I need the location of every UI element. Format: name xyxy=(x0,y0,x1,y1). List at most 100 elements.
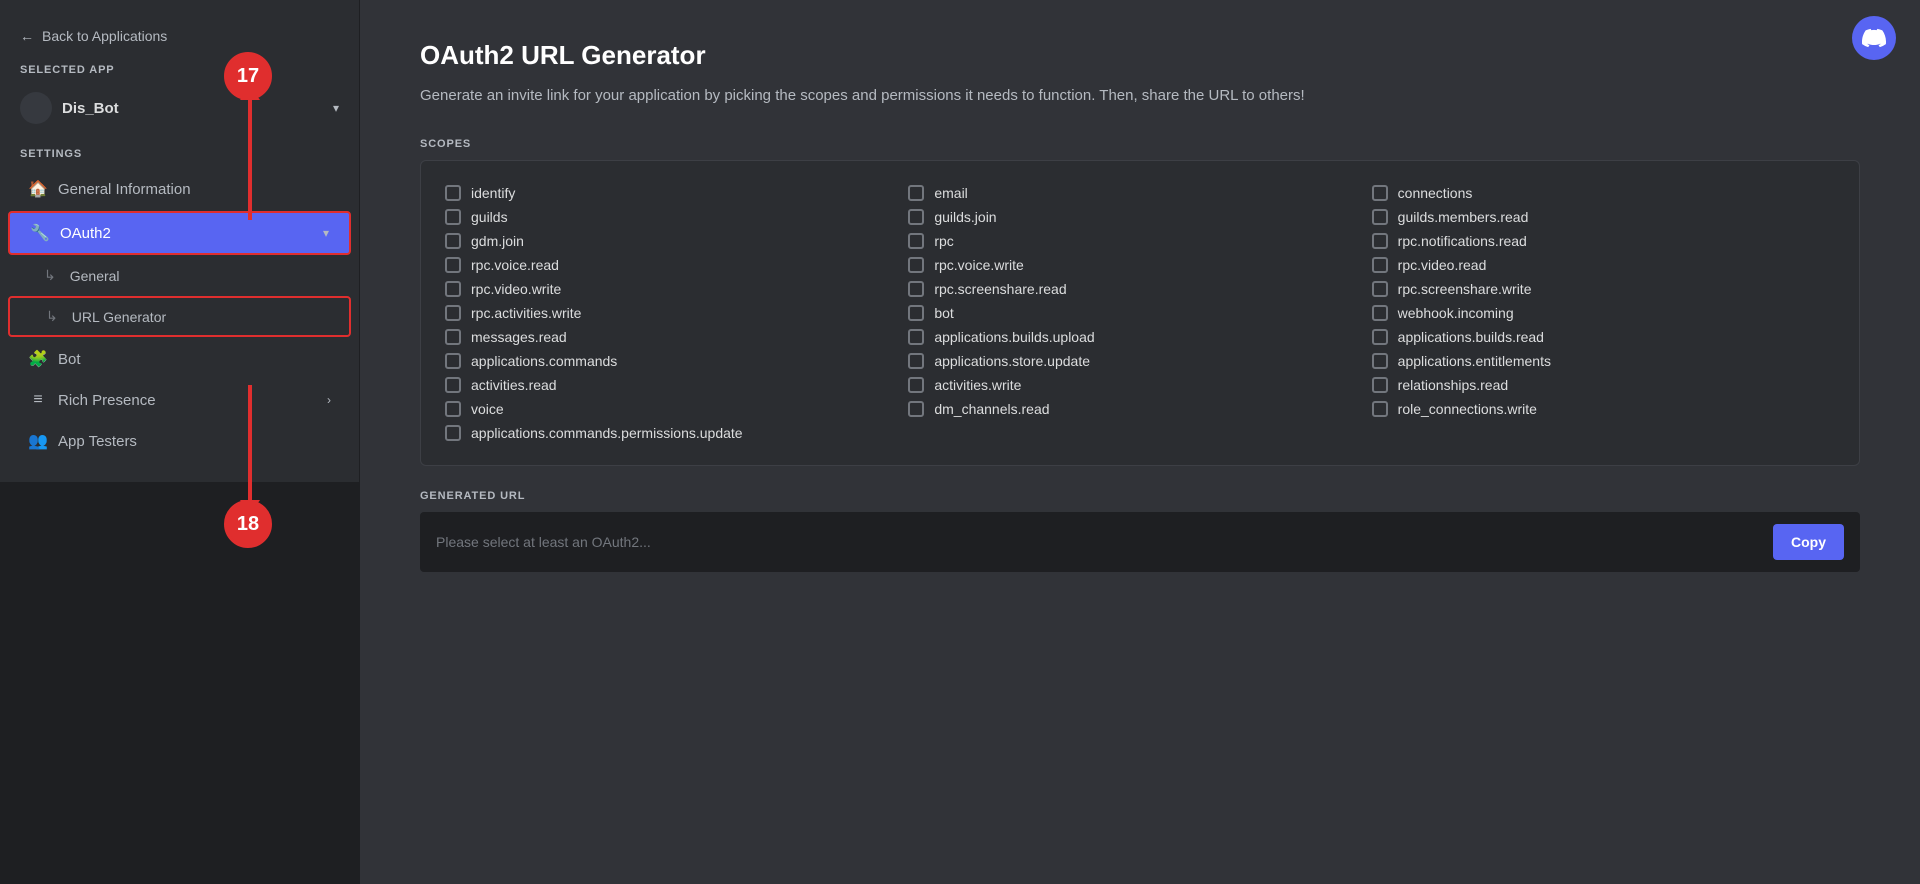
app-name: Dis_Bot xyxy=(62,100,119,117)
scope-item-rpc-activities-write[interactable]: rpc.activities.write xyxy=(445,301,908,325)
scope-label: bot xyxy=(934,305,953,321)
scope-item-activities-read[interactable]: activities.read xyxy=(445,373,908,397)
scope-checkbox-applications-store-update[interactable] xyxy=(908,353,924,369)
sidebar-item-oauth2-general[interactable]: ↳ General xyxy=(8,257,351,294)
scope-item-applications-builds-read[interactable]: applications.builds.read xyxy=(1372,325,1835,349)
scope-item-rpc-screenshare-read[interactable]: rpc.screenshare.read xyxy=(908,277,1371,301)
scope-item-rpc-voice-write[interactable]: rpc.voice.write xyxy=(908,253,1371,277)
scope-checkbox-voice[interactable] xyxy=(445,401,461,417)
scope-checkbox-rpc-screenshare-read[interactable] xyxy=(908,281,924,297)
back-to-applications-link[interactable]: ← Back to Applications xyxy=(0,20,359,52)
scope-item-webhook-incoming[interactable]: webhook.incoming xyxy=(1372,301,1835,325)
chevron-down-icon: ▾ xyxy=(333,101,339,115)
scope-label: identify xyxy=(471,185,515,201)
scope-checkbox-rpc[interactable] xyxy=(908,233,924,249)
sidebar-item-oauth2[interactable]: 🔧 OAuth2 ▾ xyxy=(8,211,351,255)
scope-checkbox-applications-builds-read[interactable] xyxy=(1372,329,1388,345)
scope-checkbox-activities-read[interactable] xyxy=(445,377,461,393)
scope-item-role-connections-write[interactable]: role_connections.write xyxy=(1372,397,1835,421)
scope-checkbox-rpc-activities-write[interactable] xyxy=(445,305,461,321)
chevron-down-icon: ▾ xyxy=(323,226,329,240)
scope-label: rpc.voice.read xyxy=(471,257,559,273)
scope-item-activities-write[interactable]: activities.write xyxy=(908,373,1371,397)
scope-item-applications-commands[interactable]: applications.commands xyxy=(445,349,908,373)
scope-checkbox-guilds[interactable] xyxy=(445,209,461,225)
scope-item-guilds-join[interactable]: guilds.join xyxy=(908,205,1371,229)
scope-item-applications-builds-upload[interactable]: applications.builds.upload xyxy=(908,325,1371,349)
scope-checkbox-rpc-notifications-read[interactable] xyxy=(1372,233,1388,249)
scope-label: activities.read xyxy=(471,377,557,393)
scope-label: applications.store.update xyxy=(934,353,1090,369)
scope-label: rpc.screenshare.read xyxy=(934,281,1066,297)
scope-checkbox-email[interactable] xyxy=(908,185,924,201)
scope-checkbox-applications-commands-permissions-update[interactable] xyxy=(445,425,461,441)
scope-checkbox-rpc-screenshare-write[interactable] xyxy=(1372,281,1388,297)
scope-item-email[interactable]: email xyxy=(908,181,1371,205)
scope-checkbox-bot[interactable] xyxy=(908,305,924,321)
scope-checkbox-identify[interactable] xyxy=(445,185,461,201)
scope-checkbox-rpc-voice-write[interactable] xyxy=(908,257,924,273)
rich-presence-icon: ≡ xyxy=(28,391,48,409)
scope-item-applications-store-update[interactable]: applications.store.update xyxy=(908,349,1371,373)
copy-url-button[interactable]: Copy xyxy=(1773,524,1844,560)
scope-item-applications-entitlements[interactable]: applications.entitlements xyxy=(1372,349,1835,373)
scope-item-rpc-notifications-read[interactable]: rpc.notifications.read xyxy=(1372,229,1835,253)
sidebar-item-label: OAuth2 xyxy=(60,225,111,242)
scope-item-rpc[interactable]: rpc xyxy=(908,229,1371,253)
scope-item-relationships-read[interactable]: relationships.read xyxy=(1372,373,1835,397)
sidebar-item-bot[interactable]: 🧩 Bot xyxy=(8,339,351,379)
sidebar-item-url-generator[interactable]: ↳ URL Generator xyxy=(8,296,351,337)
scope-item-voice[interactable]: voice xyxy=(445,397,908,421)
scope-label: applications.builds.upload xyxy=(934,329,1094,345)
scopes-column-2: email guilds.join rpc rpc.voice.write rp… xyxy=(908,181,1371,445)
scope-item-gdm-join[interactable]: gdm.join xyxy=(445,229,908,253)
scope-checkbox-dm-channels-read[interactable] xyxy=(908,401,924,417)
selected-app-label: SELECTED APP xyxy=(0,64,359,84)
annotation-17: 17 xyxy=(224,52,272,100)
scope-item-guilds[interactable]: guilds xyxy=(445,205,908,229)
scope-checkbox-role-connections-write[interactable] xyxy=(1372,401,1388,417)
scope-item-guilds-members-read[interactable]: guilds.members.read xyxy=(1372,205,1835,229)
home-icon: 🏠 xyxy=(28,179,48,199)
scope-item-identify[interactable]: identify xyxy=(445,181,908,205)
scopes-grid: identify guilds gdm.join rpc.voice.read … xyxy=(445,181,1835,445)
scope-checkbox-webhook-incoming[interactable] xyxy=(1372,305,1388,321)
scope-checkbox-rpc-voice-read[interactable] xyxy=(445,257,461,273)
app-selector-left: Dis_Bot xyxy=(20,92,119,124)
scope-label: email xyxy=(934,185,967,201)
scope-checkbox-rpc-video-write[interactable] xyxy=(445,281,461,297)
scope-checkbox-applications-entitlements[interactable] xyxy=(1372,353,1388,369)
scope-item-applications-commands-permissions-update[interactable]: applications.commands.permissions.update xyxy=(445,421,908,445)
scope-checkbox-relationships-read[interactable] xyxy=(1372,377,1388,393)
scope-item-rpc-video-write[interactable]: rpc.video.write xyxy=(445,277,908,301)
scope-label: voice xyxy=(471,401,504,417)
sidebar-item-app-testers[interactable]: 👥 App Testers xyxy=(8,421,351,461)
scope-checkbox-guilds-members-read[interactable] xyxy=(1372,209,1388,225)
app-selector[interactable]: Dis_Bot ▾ xyxy=(0,84,359,132)
sidebar-item-rich-presence[interactable]: ≡ Rich Presence › xyxy=(8,381,351,419)
sidebar-item-general-information[interactable]: 🏠 General Information xyxy=(8,169,351,209)
scope-label: rpc.video.write xyxy=(471,281,561,297)
scopes-column-3: connections guilds.members.read rpc.noti… xyxy=(1372,181,1835,445)
scope-label: guilds.members.read xyxy=(1398,209,1529,225)
scope-checkbox-applications-builds-upload[interactable] xyxy=(908,329,924,345)
scopes-box: identify guilds gdm.join rpc.voice.read … xyxy=(420,160,1860,466)
scope-checkbox-gdm-join[interactable] xyxy=(445,233,461,249)
scope-label: applications.commands xyxy=(471,353,617,369)
scope-checkbox-activities-write[interactable] xyxy=(908,377,924,393)
scope-item-messages-read[interactable]: messages.read xyxy=(445,325,908,349)
scope-item-bot[interactable]: bot xyxy=(908,301,1371,325)
scope-checkbox-connections[interactable] xyxy=(1372,185,1388,201)
scope-item-dm-channels-read[interactable]: dm_channels.read xyxy=(908,397,1371,421)
scope-checkbox-applications-commands[interactable] xyxy=(445,353,461,369)
scope-item-connections[interactable]: connections xyxy=(1372,181,1835,205)
annotation-18: 18 xyxy=(224,500,272,548)
scope-item-rpc-screenshare-write[interactable]: rpc.screenshare.write xyxy=(1372,277,1835,301)
scope-checkbox-messages-read[interactable] xyxy=(445,329,461,345)
scope-checkbox-guilds-join[interactable] xyxy=(908,209,924,225)
scope-item-rpc-voice-read[interactable]: rpc.voice.read xyxy=(445,253,908,277)
scope-item-rpc-video-read[interactable]: rpc.video.read xyxy=(1372,253,1835,277)
sub-arrow-icon: ↳ xyxy=(46,308,58,325)
scope-checkbox-rpc-video-read[interactable] xyxy=(1372,257,1388,273)
scopes-label: SCOPES xyxy=(420,138,1860,150)
